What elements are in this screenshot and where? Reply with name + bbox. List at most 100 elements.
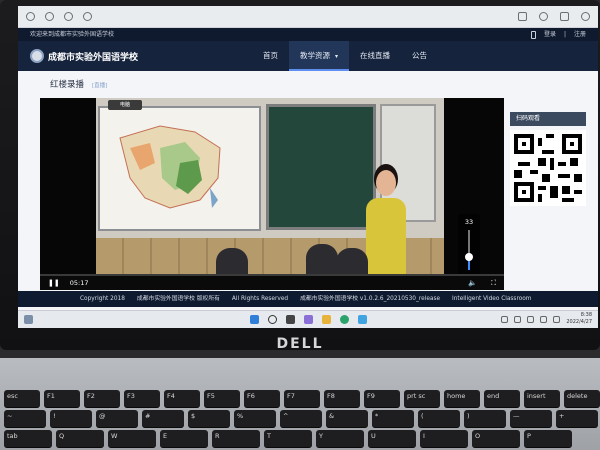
keyboard-key[interactable]: R [212,430,260,447]
keyboard-key[interactable]: home [444,390,480,407]
chat-icon[interactable] [303,315,313,324]
battery-icon[interactable] [553,315,561,323]
keyboard-key[interactable]: F6 [244,390,280,407]
chalkboard [266,104,376,230]
nav-item-home[interactable]: 首页 [252,41,289,71]
teacher-head [376,170,396,196]
keyboard-key[interactable]: Y [316,430,364,447]
register-link[interactable]: 注册 [574,28,586,41]
pause-icon[interactable]: ❚❚ [48,279,60,287]
site-footer: Copyright 2018 成都市实验外国语学校 版权所有 All Right… [18,291,598,307]
volume-knob[interactable] [465,252,473,261]
keyboard-key[interactable]: $ [188,410,230,427]
keyboard-key[interactable]: P [524,430,572,447]
video-player[interactable]: 电脑 33 ❚❚ 05:17 🔈 ⛶ [40,98,504,290]
app-icon[interactable] [357,315,367,324]
teacher [366,198,406,276]
laptop-bezel: 欢迎来到成都市实验外国语学校 登录 | 注册 成都市实验外国语学校 首页 教学资… [0,0,600,350]
footer-product: Intelligent Video Classroom [452,296,532,302]
system-clock[interactable]: 8:38 2022/4/27 [566,312,592,326]
keyboard-key[interactable]: E [160,430,208,447]
camera-tag[interactable]: 电脑 [108,100,142,110]
page-title: 红楼录播 [50,80,85,90]
brand-logo: DELL [276,336,324,352]
mobile-icon[interactable] [530,30,536,39]
edge-icon[interactable] [339,315,349,324]
keyboard-key[interactable]: F9 [364,390,400,407]
keyboard-key[interactable]: ! [50,410,92,427]
keyboard-key[interactable]: F5 [204,390,240,407]
file-explorer-icon[interactable] [321,315,331,324]
welcome-text: 欢迎来到成都市实验外国语学校 [30,31,115,38]
laptop-chin: DELL [0,330,600,358]
keyboard-key[interactable]: & [326,410,368,427]
keyboard-key[interactable]: F1 [44,390,80,407]
share-icon[interactable] [581,12,590,21]
keyboard-key[interactable]: F4 [164,390,200,407]
widgets-icon[interactable] [24,315,33,324]
keyboard-key[interactable]: ) [464,410,506,427]
nav-item-notice[interactable]: 公告 [401,41,438,71]
login-link[interactable]: 登录 [544,28,556,41]
wifi-icon[interactable] [527,315,535,323]
keyboard-key[interactable]: F7 [284,390,320,407]
task-view-icon[interactable] [285,315,295,324]
nav-item-teaching-resources[interactable]: 教学资源 ▾ [288,41,349,71]
refresh-icon[interactable] [45,12,54,21]
volume-slider[interactable] [465,230,473,270]
keyboard-key[interactable]: esc [4,390,40,407]
site-header: 成都市实验外国语学校 首页 教学资源 ▾ 在线直播 公告 [18,41,598,71]
volume-panel[interactable]: 33 [458,214,480,276]
keyboard-key[interactable]: I [420,430,468,447]
keyboard-key[interactable]: prt sc [404,390,440,407]
network-icon[interactable] [514,315,522,323]
start-icon[interactable] [249,315,259,324]
info-icon[interactable] [64,12,73,21]
keyboard-key[interactable]: delete [564,390,600,407]
china-map-image [119,125,221,209]
keyboard-key[interactable]: — [510,410,552,427]
system-tray: 8:38 2022/4/27 [501,312,592,326]
back-icon[interactable] [26,12,35,21]
map-screen [98,106,261,231]
keyboard-key[interactable]: F3 [124,390,160,407]
tab-icon[interactable] [518,12,527,21]
keyboard-key[interactable]: end [484,390,520,407]
keyboard-key[interactable]: F8 [324,390,360,407]
chevron-up-icon[interactable] [501,315,509,323]
fullscreen-icon[interactable]: ⛶ [491,279,496,288]
keyboard-key[interactable]: T [264,430,312,447]
nav-item-live[interactable]: 在线直播 [349,41,401,71]
keyboard-key[interactable]: F2 [84,390,120,407]
footer-version: 成都市实验外国语学校 v1.0.2.6_20210530_release [300,296,441,302]
keyboard-key[interactable]: * [372,410,414,427]
collections-icon[interactable] [560,12,569,21]
keyboard-key[interactable]: @ [96,410,138,427]
keyboard-key[interactable]: Q [56,430,104,447]
current-time: 05:17 [69,279,89,287]
keyboard-key[interactable]: ~ [4,410,46,427]
video-frame [96,98,444,276]
school-name[interactable]: 成都市实验外国语学校 [48,50,138,63]
keyboard-key[interactable]: ( [418,410,460,427]
keyboard-key[interactable]: # [142,410,184,427]
player-controls: ❚❚ 05:17 🔈 ⛶ [40,276,504,290]
keyboard-key[interactable]: + [556,410,598,427]
volume-icon[interactable]: 🔈 [468,279,477,287]
school-logo[interactable] [30,49,44,63]
keyboard-key[interactable]: % [234,410,276,427]
globe-icon[interactable] [83,12,92,21]
search-icon[interactable] [267,315,277,324]
speaker-icon[interactable] [540,315,548,323]
nav-item-label: 教学资源 [299,51,330,60]
footer-copyright: Copyright 2018 [80,296,125,302]
page-badge: [直播] [92,83,108,89]
keyboard-key[interactable]: ^ [280,410,322,427]
keyboard-key[interactable]: W [108,430,156,447]
qr-code-image [514,134,582,202]
favorite-icon[interactable] [539,12,548,21]
keyboard-key[interactable]: insert [524,390,560,407]
keyboard-key[interactable]: tab [4,430,52,447]
keyboard-key[interactable]: U [368,430,416,447]
keyboard-key[interactable]: O [472,430,520,447]
